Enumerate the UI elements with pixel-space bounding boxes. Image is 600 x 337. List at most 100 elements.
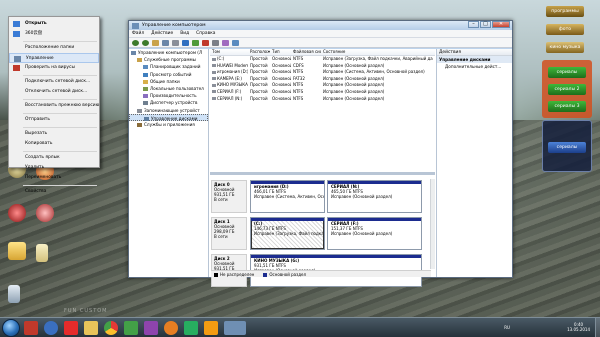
widget-programs[interactable]: программы [546,6,584,17]
tree-item[interactable]: Управление компьютером (Л [129,49,208,56]
taskbar-app-explorer[interactable] [84,321,98,335]
tree-item[interactable]: Просмотр событий [129,71,208,78]
export-icon[interactable] [222,39,229,46]
show-desktop-button[interactable] [595,318,600,337]
context-menu-item[interactable]: Подключить сетевой диск... [9,77,99,87]
context-menu-item[interactable]: Свойства [9,187,99,197]
desktop-icon-red-2[interactable] [36,204,54,222]
tree-item[interactable]: Служебные программы [129,56,208,63]
volume-cell: Исправен (Основной раздел) [321,76,433,83]
settings-icon[interactable] [232,39,239,46]
taskbar-app-window[interactable] [224,321,246,335]
close-button[interactable]: ✕ [492,21,510,28]
start-button[interactable] [2,319,20,337]
maximize-button[interactable]: □ [480,21,491,28]
menu-bar: Файл Действие Вид Справка [129,30,512,38]
title-bar[interactable]: Управление компьютером – □ ✕ [129,21,512,30]
desktop-icon-red[interactable] [8,204,26,222]
context-menu-item[interactable]: Расположение папки [9,43,99,53]
tree-item[interactable]: Службы и приложения [129,121,208,128]
volume-cell: Простой [248,96,270,103]
forward-icon[interactable] [142,39,149,46]
volume-row[interactable]: (C:) Простой Основной NTFS Исправен (Загрузк… [210,56,435,63]
widget-series-blue[interactable]: сериалы [548,142,586,153]
menu-view[interactable]: Вид [180,30,189,37]
taskbar-app-aimp[interactable] [24,321,38,335]
properties-icon[interactable] [172,39,179,46]
context-menu-item[interactable]: Открыть [9,19,99,29]
disk-icon[interactable] [212,39,219,46]
context-menu-item[interactable]: Отправить [9,115,99,125]
tree-item[interactable]: Общие папки [129,78,208,85]
tree-item[interactable]: Производительность [129,92,208,99]
taskbar-app-player[interactable] [144,321,158,335]
partition[interactable]: (C:) 146,73 ГБ NTFS Исправен (Загрузка, Фа… [250,217,325,250]
language-indicator[interactable]: RU [504,325,510,330]
taskbar-app-yandex[interactable] [64,321,78,335]
menu-file[interactable]: Файл [132,30,144,37]
context-menu-item[interactable]: Управление [9,53,99,63]
taskbar-app-ie[interactable] [44,321,58,335]
context-menu-item[interactable]: Переименовать [9,173,99,183]
volume-row[interactable]: СЕРИАЛ (N:) Простой Основной NTFS Исправен (… [210,96,435,103]
context-menu-item[interactable]: Удалить [9,163,99,173]
widget-series-3[interactable]: сериалы 3 [548,101,586,112]
partition[interactable]: игромания (D:) 466,01 ГБ NTFS Исправен (Си… [250,180,325,213]
volume-cell: Исправен (Основной раздел) [321,82,433,89]
delete-icon[interactable] [202,39,209,46]
volume-row[interactable]: СЕРИАЛ (F:) Простой Основной NTFS Исправен (… [210,89,435,96]
column-header-filesystem[interactable]: Файловая система [291,49,321,55]
context-menu-item[interactable]: Восстановить прежнюю версию [9,101,99,111]
actions-more[interactable]: Дополнительные дейст... [437,63,512,70]
volume-cell-text: CDFS [293,62,304,68]
disk-info[interactable]: Диск 1 Основной 298,09 ГБ В сети [211,217,247,250]
desktop-icon-folder[interactable] [8,242,26,260]
desktop-icon-file[interactable] [36,244,48,262]
volume-row[interactable]: КАМЕРА (E:) Простой Основной FAT32 Исправен … [210,76,435,83]
partition[interactable]: СЕРИАЛ (F:) 151,37 ГБ NTFS Исправен (Основ… [327,217,422,250]
column-header-volume[interactable]: Том [210,49,248,55]
partition[interactable]: СЕРИАЛ (N:) 465,50 ГБ NTFS Исправен (Основ… [327,180,422,213]
actions-section[interactable]: Управление дисками [437,56,512,63]
volume-row[interactable]: игромания (D:) Простой Основной NTFS Исправе… [210,69,435,76]
desktop-icon-recycle-bin[interactable] [8,285,20,303]
taskbar-app-torrent[interactable] [184,321,198,335]
back-icon[interactable] [132,39,139,46]
taskbar-app-green[interactable] [124,321,138,335]
disk-info[interactable]: Диск 0 Основной 931,51 ГБ В сети [211,180,247,213]
tree-item[interactable]: Запоминающие устройст [129,107,208,114]
widget-series-2[interactable]: сериалы 2 [548,84,586,95]
refresh-icon[interactable] [192,39,199,46]
column-header-layout[interactable]: Расположение [248,49,270,55]
console-tree-icon[interactable] [162,39,169,46]
minimize-button[interactable]: – [468,21,479,28]
context-menu-item[interactable]: Отключить сетевой диск... [9,87,99,97]
menu-action[interactable]: Действие [151,30,173,37]
taskbar-app-ok[interactable] [204,321,218,335]
context-menu-item[interactable]: Вырезать [9,129,99,139]
tree-item[interactable]: Управление дисками [129,113,208,121]
graph-scrollbar[interactable] [430,179,435,269]
menu-help[interactable]: Справка [196,30,215,37]
tree-item[interactable]: Планировщик заданий [129,63,208,70]
widget-photo[interactable]: фото [546,24,584,35]
context-menu-item[interactable]: Копировать [9,139,99,149]
context-menu-item[interactable]: 360云盘 [9,29,99,39]
tree-item[interactable]: Локальные пользовател [129,85,208,92]
widget-series-1[interactable]: сериалы [548,67,586,78]
widget-movies-music[interactable]: кино музыка [546,42,584,53]
tree-item[interactable]: Диспетчер устройств [129,99,208,106]
column-header-type[interactable]: Тип [270,49,291,55]
clock[interactable]: 0:40 13.05.2014 [567,322,590,332]
volume-row[interactable]: КИНО МУЗЫКА (G:)Простой ОсновнойNTFS Испра… [210,82,435,89]
volume-row[interactable]: HUAWEI Modem 3.0 (H:)Простой ОсновнойCDFS… [210,63,435,70]
open-icon [13,21,20,27]
context-menu-item[interactable]: Проверить на вирусы [9,63,99,73]
shared-folders-icon [143,79,148,84]
up-icon[interactable] [152,39,159,46]
context-menu-item[interactable]: Создать ярлык [9,153,99,163]
taskbar-app-chrome[interactable] [104,321,118,335]
column-header-status[interactable]: Состояние [321,49,433,55]
taskbar-app-browser[interactable] [164,321,178,335]
help-icon[interactable] [182,39,189,46]
